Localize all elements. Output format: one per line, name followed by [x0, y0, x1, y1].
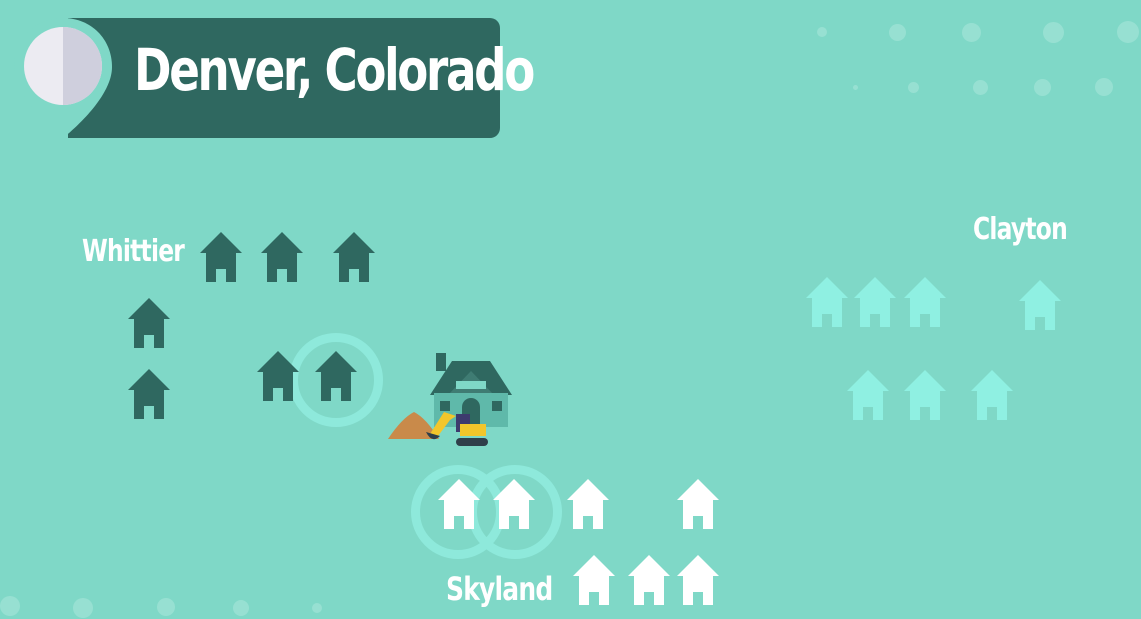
house-icon — [1019, 280, 1061, 330]
house-icon — [493, 479, 535, 529]
page-title: Denver, Colorado — [134, 36, 535, 104]
house-icon — [128, 298, 170, 348]
background-dot — [908, 82, 919, 93]
excavator-icon — [426, 412, 488, 446]
house-icon — [971, 370, 1013, 420]
house-icon — [438, 479, 480, 529]
house-icon — [257, 351, 299, 401]
background-dot — [973, 80, 988, 95]
neighborhood-label-whittier: Whittier — [82, 234, 185, 269]
house-icon — [677, 555, 719, 605]
house-icon — [677, 479, 719, 529]
house-icon — [628, 555, 670, 605]
background-dot — [889, 24, 906, 41]
house-icon — [854, 277, 896, 327]
house-icon — [847, 370, 889, 420]
background-dot — [1117, 21, 1139, 43]
background-dot — [1034, 79, 1051, 96]
background-dot — [0, 596, 20, 616]
background-dot — [1043, 22, 1064, 43]
map-pin-icon — [14, 18, 112, 138]
house-icon — [128, 369, 170, 419]
house-icon — [261, 232, 303, 282]
house-icon — [200, 232, 242, 282]
background-dot — [1095, 78, 1113, 96]
background-dot — [853, 85, 858, 90]
background-dot — [312, 603, 322, 613]
house-icon — [573, 555, 615, 605]
background-dot — [157, 598, 175, 616]
house-icon — [567, 479, 609, 529]
house-icon — [806, 277, 848, 327]
house-icon — [315, 351, 357, 401]
background-dot — [817, 27, 827, 37]
background-dot — [73, 598, 93, 618]
neighborhood-label-skyland: Skyland — [446, 570, 553, 608]
background-dot — [233, 600, 249, 616]
house-icon — [904, 277, 946, 327]
house-icon — [904, 370, 946, 420]
background-dot — [962, 23, 981, 42]
house-icon — [333, 232, 375, 282]
neighborhood-label-clayton: Clayton — [973, 212, 1068, 247]
